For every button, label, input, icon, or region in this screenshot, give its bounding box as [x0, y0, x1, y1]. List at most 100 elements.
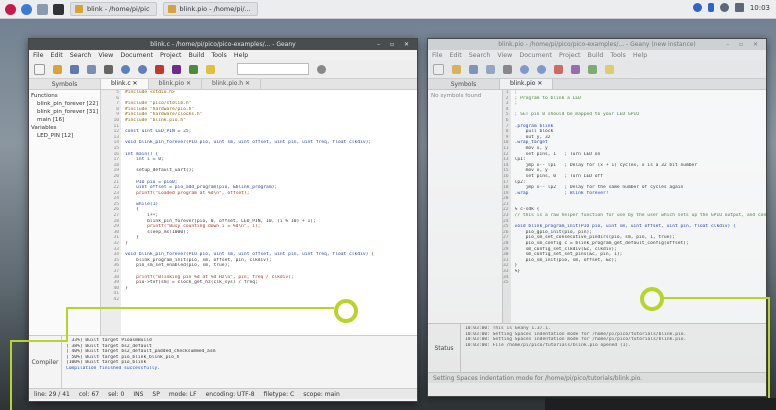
execute-icon[interactable]: [588, 64, 597, 74]
back-icon[interactable]: [520, 64, 529, 74]
menu-item-document[interactable]: Document: [519, 52, 552, 59]
line-number: 13: [503, 157, 509, 163]
menu-item-project[interactable]: Project: [160, 52, 182, 59]
save-all-icon[interactable]: [87, 64, 96, 74]
window-controls[interactable]: – ▫ ✕: [377, 39, 413, 50]
geany-icon: [75, 5, 83, 13]
tab-symbols[interactable]: Symbols: [428, 79, 500, 89]
menu-item-view[interactable]: View: [98, 52, 113, 59]
close-icon[interactable]: [104, 64, 113, 74]
status-field: line: 29 / 41: [34, 390, 70, 398]
menu-item-view[interactable]: View: [497, 52, 512, 59]
geany-window-second: blink.pio - /home/pi/pico/pico-examples/…: [427, 38, 767, 397]
browser-icon[interactable]: [21, 3, 32, 15]
line-number: 23: [503, 213, 509, 219]
code-line[interactable]: [515, 280, 766, 286]
main-body: No symbols found 1 2 3 4 5 6 7 8 9 10 11 12 13 14 15 16…: [428, 90, 766, 323]
tab-blink-pio-h[interactable]: blink.pio.h ✕: [202, 79, 262, 89]
geany-window-main: blink.c - /home/pi/pico/pico-examples/..…: [28, 38, 418, 402]
code-line[interactable]: void blink_pin_forever(PIO pio, uint sm,…: [125, 140, 374, 146]
search-input[interactable]: [237, 63, 309, 75]
status-field: sel: 0: [108, 390, 125, 398]
tree-group[interactable]: Functions: [29, 92, 100, 100]
window-controls[interactable]: – ▫ ✕: [726, 39, 762, 50]
code-editor[interactable]: 1 2 3 4 5 6 7 8 9 10 11 12 13 14 15 16 17 18 19 20 21 22 23 24 2…: [503, 90, 766, 323]
menu-item-document[interactable]: Document: [120, 52, 153, 59]
menu-item-file[interactable]: File: [33, 52, 44, 59]
close-icon[interactable]: [503, 64, 512, 74]
tab-blink-pio[interactable]: blink.pio ✕: [149, 79, 202, 89]
terminal-icon[interactable]: [53, 3, 64, 15]
code-area[interactable]: #include <stdio.h> #include "pico/stdlib.…: [121, 90, 374, 335]
color-chooser-icon[interactable]: [605, 64, 614, 74]
menu-item-search[interactable]: Search: [469, 52, 491, 59]
tab-blink-pio[interactable]: blink.pio ✕: [500, 79, 554, 89]
menu-item-help[interactable]: Help: [234, 52, 248, 59]
build-icon[interactable]: [571, 64, 580, 74]
taskbar-task-blink-pio[interactable]: blink.pio - /home/pi/...: [162, 2, 258, 16]
forward-icon[interactable]: [138, 64, 147, 74]
new-file-icon[interactable]: [34, 63, 45, 75]
no-symbols-text: No symbols found: [431, 93, 482, 99]
tab-symbols[interactable]: Symbols: [29, 79, 101, 89]
save-icon[interactable]: [70, 64, 79, 74]
search-icon[interactable]: [317, 64, 326, 74]
file-manager-icon[interactable]: [37, 3, 48, 15]
menu-item-search[interactable]: Search: [70, 52, 92, 59]
open-file-icon[interactable]: [452, 64, 461, 74]
menu-item-help[interactable]: Help: [633, 52, 647, 59]
line-number: 11: [503, 145, 509, 151]
geany-icon: [167, 5, 176, 13]
code-area[interactable]: ;; Program to blink a LED;; SET pin 0 sh…: [511, 90, 766, 323]
update-icon[interactable]: [692, 3, 702, 12]
color-chooser-icon[interactable]: [206, 64, 215, 74]
code-line[interactable]: // this is a raw helper function for use…: [515, 213, 766, 219]
menu-item-file[interactable]: File: [432, 52, 443, 59]
volume-icon[interactable]: [734, 3, 744, 12]
menu-item-edit[interactable]: Edit: [450, 52, 462, 59]
annotation-leader-line: [10, 340, 68, 342]
tab-blink-c[interactable]: blink.c ✕: [101, 79, 149, 89]
bluetooth-icon[interactable]: [707, 3, 714, 12]
window-title[interactable]: blink.c - /home/pi/pico/pico-examples/..…: [29, 39, 417, 50]
menu-item-edit[interactable]: Edit: [51, 52, 63, 59]
execute-icon[interactable]: [189, 64, 198, 74]
taskbar: blink - /home/pi/pic blink.pio - /home/p…: [0, 0, 776, 19]
tree-symbol[interactable]: blink_pin_forever [31]: [29, 108, 100, 116]
menu-item-tools[interactable]: Tools: [610, 52, 626, 59]
compile-icon[interactable]: [155, 64, 164, 74]
window-title-text: blink.pio - /home/pi/pico/pico-examples/…: [498, 41, 696, 48]
menu-item-build[interactable]: Build: [588, 52, 604, 59]
clock[interactable]: 10:03: [750, 4, 770, 12]
wifi-icon[interactable]: [719, 3, 729, 12]
menu-item-project[interactable]: Project: [559, 52, 581, 59]
code-editor[interactable]: 5 6 7 8 9 10 11 12 13 14 15 16 17 18 19 20 21 22 23 24 25 26 2…: [101, 90, 417, 335]
tab-compiler[interactable]: Compiler: [29, 336, 62, 388]
raspberry-menu-icon[interactable]: [5, 3, 16, 15]
tabs-row: Symbols blink.pio ✕: [428, 79, 766, 90]
menu-item-tools[interactable]: Tools: [211, 52, 227, 59]
tree-symbol[interactable]: main [16]: [29, 116, 100, 124]
taskbar-task-blink[interactable]: blink - /home/pi/pic: [70, 2, 157, 16]
forward-icon[interactable]: [537, 64, 546, 74]
compile-icon[interactable]: [554, 64, 563, 74]
save-all-icon[interactable]: [486, 64, 495, 74]
symbol-tree: No symbols found: [428, 90, 503, 323]
status-field: SP: [152, 390, 160, 398]
open-file-icon[interactable]: [53, 64, 62, 74]
status-field: filetype: C: [263, 390, 295, 398]
tree-group[interactable]: Variables: [29, 124, 100, 132]
menu-item-build[interactable]: Build: [189, 52, 205, 59]
tree-symbol[interactable]: blink_pin_forever [22]: [29, 100, 100, 108]
back-icon[interactable]: [121, 64, 130, 74]
tree-symbol[interactable]: LED_PIN [12]: [29, 132, 100, 140]
system-tray: 10:03: [692, 3, 770, 12]
tab-status[interactable]: Status: [428, 324, 461, 372]
code-line[interactable]: void blink_pin_forever(PIO pio, uint sm,…: [125, 252, 374, 258]
build-icon[interactable]: [172, 64, 181, 74]
tab-label: blink.c: [111, 80, 131, 87]
line-number: 42: [113, 296, 119, 302]
window-title[interactable]: blink.pio - /home/pi/pico/pico-examples/…: [428, 39, 766, 50]
save-icon[interactable]: [469, 64, 478, 74]
new-file-icon[interactable]: [433, 63, 444, 75]
